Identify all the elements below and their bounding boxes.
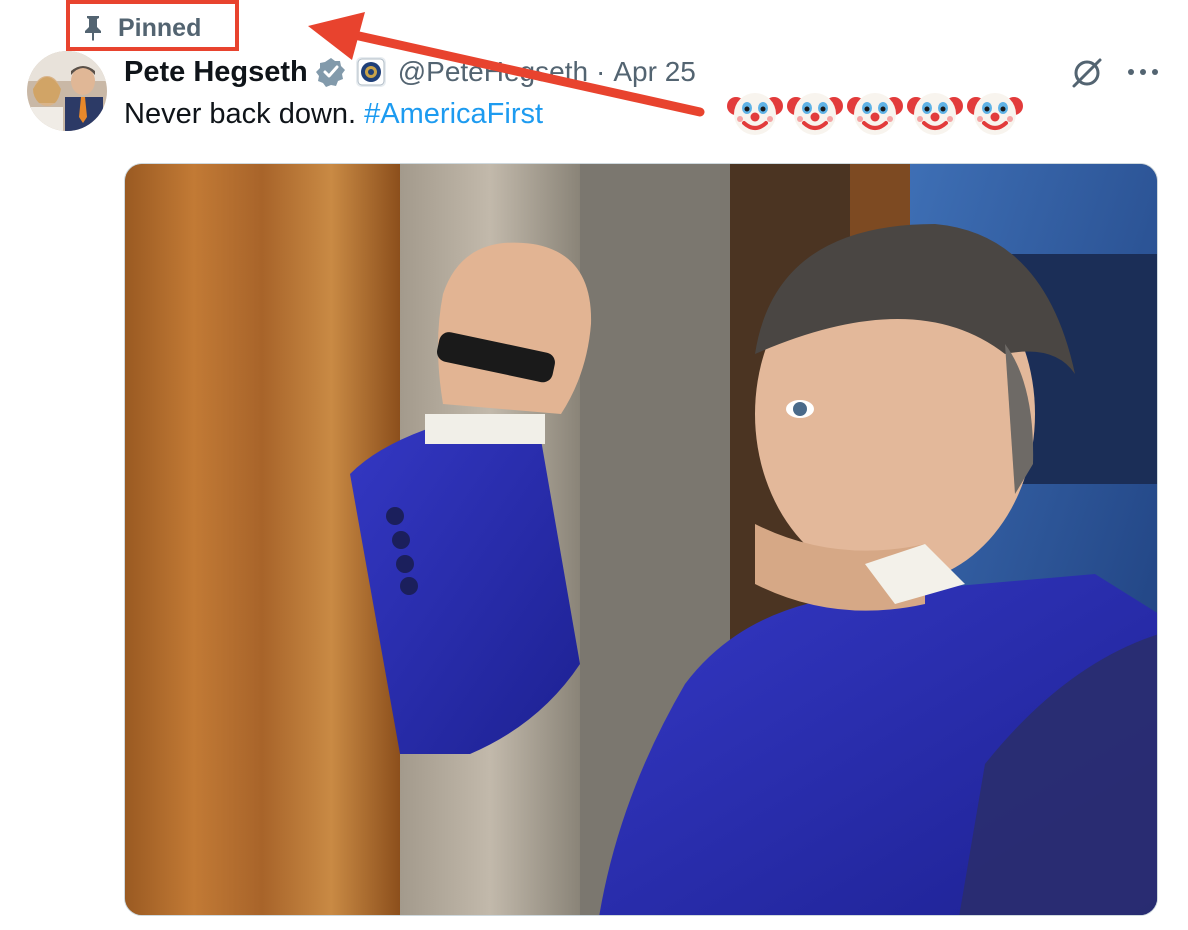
tweet-body: Never back down. <box>124 98 365 130</box>
clown-emoji-icon <box>907 93 963 135</box>
pinned-highlight-box <box>66 0 239 51</box>
grok-icon[interactable] <box>1070 56 1104 90</box>
handle[interactable]: @PeteHegseth <box>398 56 588 88</box>
tweet-text: Never back down. #AmericaFirst <box>124 98 543 131</box>
more-icon[interactable] <box>1126 60 1160 84</box>
avatar[interactable] <box>27 51 107 131</box>
clown-emoji-icon <box>967 93 1023 135</box>
timestamp[interactable]: Apr 25 <box>613 56 696 88</box>
clown-emoji-icon <box>727 93 783 135</box>
display-name[interactable]: Pete Hegseth <box>124 56 308 89</box>
clown-emoji-row <box>726 86 1024 138</box>
verified-badge-icon[interactable] <box>315 57 346 87</box>
hashtag-link[interactable]: #AmericaFirst <box>364 98 543 130</box>
tweet-header: Pete Hegseth @PeteHegseth · Apr 25 <box>124 52 696 92</box>
separator-dot: · <box>596 56 606 87</box>
tweet-media-image[interactable] <box>124 163 1158 916</box>
department-seal-icon[interactable] <box>355 57 386 87</box>
clown-emoji-icon <box>847 93 903 135</box>
clown-emoji-icon <box>787 93 843 135</box>
